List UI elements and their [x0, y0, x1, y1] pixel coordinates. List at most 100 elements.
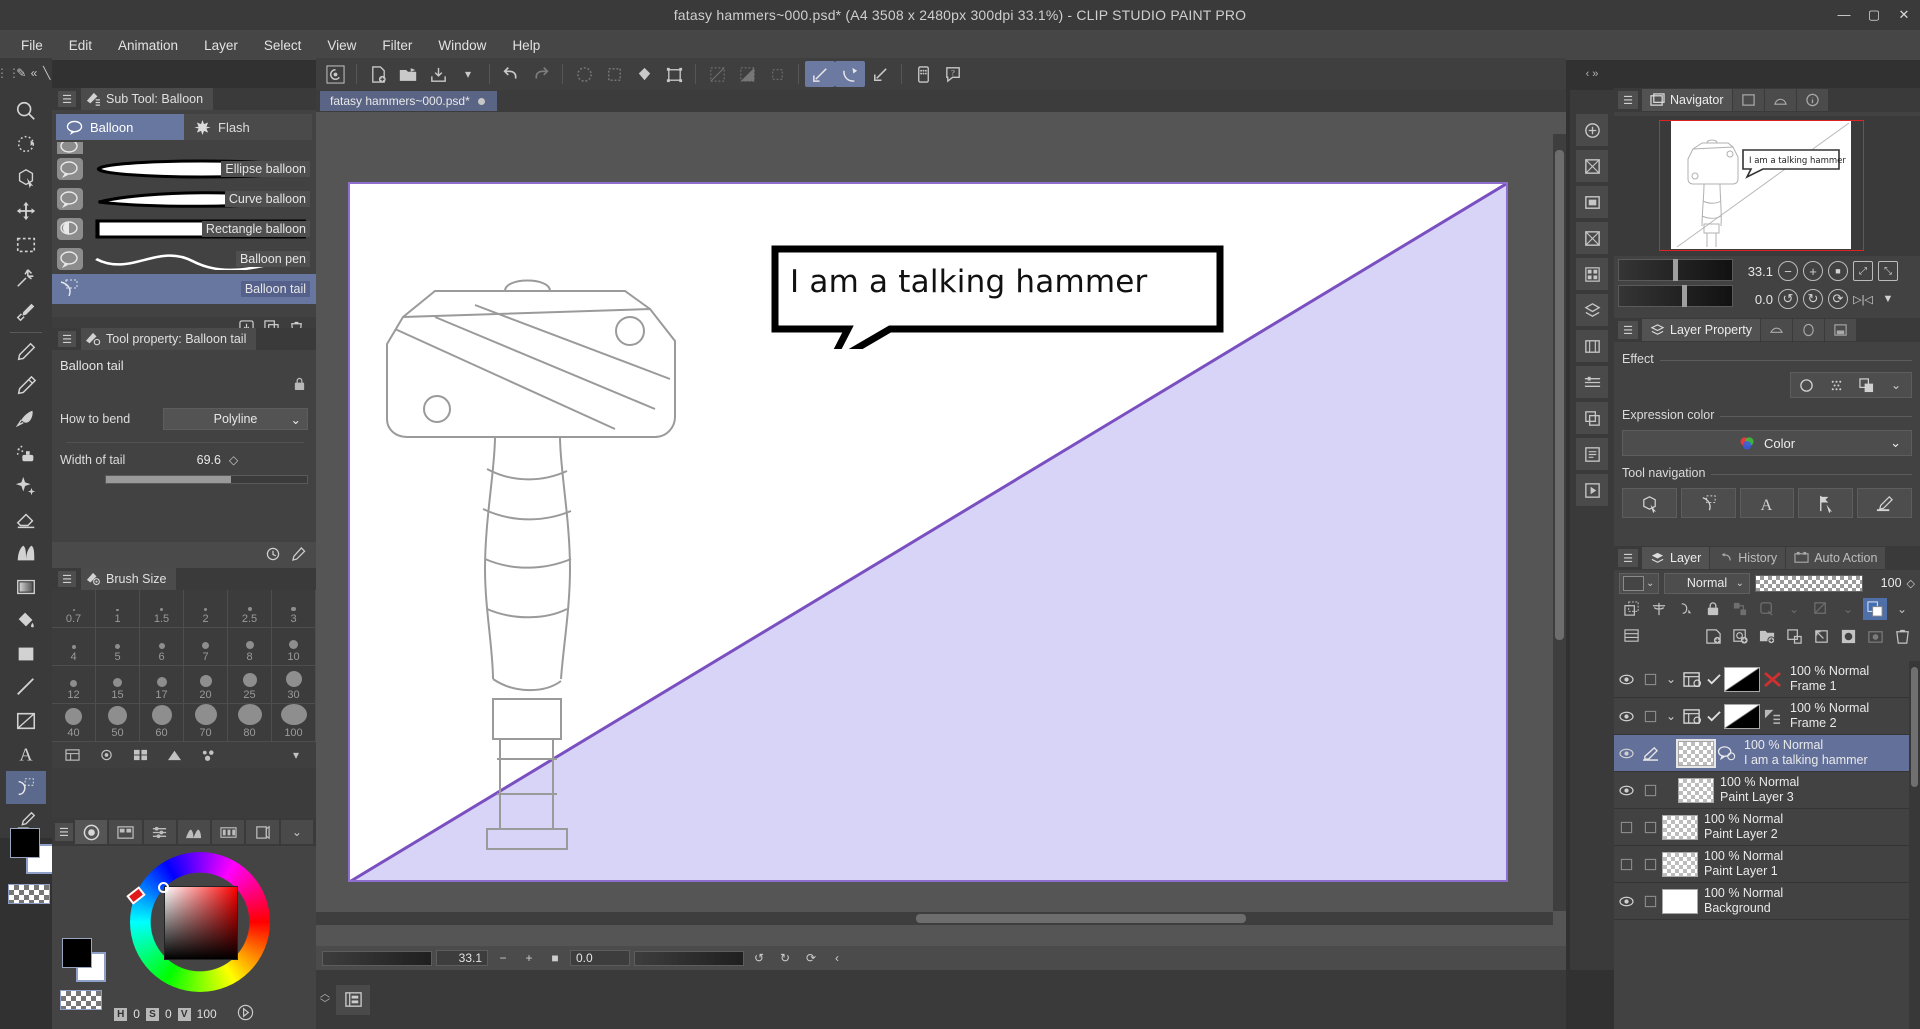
balloon-tail-tool-icon[interactable] [1681, 488, 1736, 518]
collapse-left-icon[interactable]: « [29, 60, 40, 86]
new-raster-layer-icon[interactable] [1701, 625, 1725, 647]
help-button[interactable]: ? [938, 61, 968, 87]
layer-edit-placeholder-icon[interactable] [1638, 858, 1662, 871]
lock-icon[interactable] [293, 377, 306, 394]
tab-material[interactable] [1825, 319, 1856, 341]
brush-size-cell[interactable]: 7 [184, 628, 228, 666]
speech-balloon-text[interactable]: I am a talking hammer [790, 264, 1147, 300]
layer-thumbnail[interactable] [1678, 778, 1714, 803]
auto-action-icon[interactable] [1576, 474, 1608, 506]
tab-information[interactable] [1797, 89, 1828, 111]
navigator-preview[interactable]: I am a talking hammer [1614, 116, 1920, 256]
tool-gradient[interactable] [6, 570, 46, 604]
navigator-rotate-slider[interactable] [1618, 285, 1733, 307]
tool-figure[interactable] [6, 637, 46, 671]
tab-auto-action[interactable]: Auto Action [1786, 547, 1885, 569]
layer-visibility-icon[interactable] [1614, 784, 1638, 797]
subview-icon[interactable] [1576, 150, 1608, 182]
navigator-rotate-left-icon[interactable]: ↺ [1778, 289, 1798, 309]
brush-size-menu-icon[interactable]: ☰ [58, 571, 76, 587]
brush-size-cell[interactable]: 2 [184, 590, 228, 628]
save-dropdown-button[interactable]: ▾ [453, 61, 483, 87]
sub-tool-menu-icon[interactable]: ☰ [58, 91, 76, 107]
color-wheel-menu-icon[interactable]: ☰ [55, 823, 73, 841]
layer-thumbnail[interactable] [1724, 704, 1760, 729]
reset-settings-icon[interactable] [266, 547, 280, 564]
sub-tool-item-balloon-pen[interactable]: Balloon pen [52, 244, 316, 274]
zoom-slider[interactable] [322, 951, 432, 966]
quick-access-icon[interactable] [1576, 114, 1608, 146]
rotate-value[interactable]: 0.0 [570, 950, 630, 966]
layer-row[interactable]: ⌄100 % NormalFrame 1 [1614, 661, 1920, 698]
how-to-bend-select[interactable]: Polyline ⌄ [163, 408, 308, 430]
canvas-horizontal-scrollbar[interactable] [316, 912, 1553, 925]
navigator-menu-icon[interactable]: ☰ [1618, 91, 1638, 109]
new-folder-icon[interactable] [1755, 625, 1779, 647]
tool-blend[interactable] [6, 536, 46, 570]
zoom-in-button[interactable]: + [518, 949, 540, 967]
brush-size-cell[interactable]: 12 [52, 666, 96, 704]
brush-size-cell[interactable]: 15 [96, 666, 140, 704]
tool-brush[interactable] [6, 402, 46, 436]
layer-menu-icon[interactable]: ☰ [1618, 549, 1638, 567]
transparent-color-swatch[interactable] [8, 884, 50, 904]
tool-pen[interactable] [6, 335, 46, 369]
tool-auto-select[interactable] [6, 262, 46, 296]
layer-folder-expand-icon[interactable]: ⌄ [1662, 709, 1680, 723]
opacity-value[interactable]: 100 [1868, 576, 1902, 590]
mobile-preview-button[interactable] [908, 61, 938, 87]
menu-edit[interactable]: Edit [56, 35, 105, 56]
brush-size-grid[interactable]: 0.711.522.534567810121517202530405060708… [52, 590, 316, 742]
layer-thumbnail[interactable] [1662, 852, 1698, 877]
tab-sub-view[interactable] [246, 820, 278, 844]
approximate-color-icon[interactable] [237, 1004, 254, 1024]
snap-to-curve-button[interactable] [835, 61, 865, 87]
brush-size-cell[interactable]: 17 [140, 666, 184, 704]
tool-text[interactable]: A [6, 737, 46, 771]
material-icon[interactable] [1576, 258, 1608, 290]
canvas-vertical-scrollbar[interactable] [1553, 134, 1566, 911]
brush-size-cell[interactable]: 1 [96, 590, 140, 628]
menu-layer[interactable]: Layer [191, 35, 251, 56]
tab-history[interactable]: History [1710, 547, 1785, 569]
deselect-button[interactable] [702, 61, 732, 87]
layer-list-scrollbar[interactable] [1909, 661, 1920, 1029]
fill-button[interactable] [629, 61, 659, 87]
navigator-full-screen-icon[interactable]: ⤡ [1878, 261, 1898, 281]
bottom-strip-arrows[interactable]: ︿﹀ [320, 990, 330, 1010]
layer-visibility-icon[interactable] [1614, 710, 1638, 723]
navigator-zoom-slider[interactable] [1618, 259, 1733, 281]
tool-object[interactable] [6, 161, 46, 195]
sub-tool-list[interactable]: Ellipse balloon Curve balloon Rectangle … [52, 142, 316, 317]
scale-rotate-button[interactable] [659, 61, 689, 87]
expand-selection-button[interactable] [762, 61, 792, 87]
tab-color-wheel[interactable] [75, 820, 107, 844]
tool-airbrush[interactable] [6, 436, 46, 470]
sub-tool-item-balloon-tail[interactable]: Balloon tail [52, 274, 316, 304]
tool-property-menu-icon[interactable]: ☰ [58, 331, 76, 347]
navigator-zoom-out-icon[interactable]: − [1778, 261, 1798, 281]
layer-row[interactable]: 100 % NormalPaint Layer 3 [1614, 772, 1920, 809]
link-layers-icon[interactable] [1728, 598, 1752, 620]
lock-layer-icon[interactable] [1701, 598, 1725, 620]
tab-gradient[interactable] [178, 820, 210, 844]
combine-down-icon[interactable] [1809, 625, 1833, 647]
menu-file[interactable]: File [8, 35, 56, 56]
layer-icon[interactable] [1576, 402, 1608, 434]
sub-tool-tab-flash[interactable]: Flash [184, 114, 312, 140]
draw-color-dropdown-icon[interactable]: ⌄ [1890, 598, 1914, 620]
layer-visibility-icon[interactable] [1614, 747, 1638, 760]
tab-subview[interactable] [1765, 89, 1796, 111]
tab-layer[interactable]: Layer [1642, 547, 1709, 569]
menu-filter[interactable]: Filter [369, 35, 425, 56]
layer-edit-placeholder-icon[interactable] [1638, 784, 1662, 797]
menu-animation[interactable]: Animation [105, 35, 191, 56]
tool-move-layer[interactable] [6, 195, 46, 229]
layer-property-menu-icon[interactable]: ☰ [1618, 321, 1638, 339]
sv-cursor[interactable] [158, 882, 169, 893]
rotate-right-button[interactable]: ↻ [774, 949, 796, 967]
brush-size-cell[interactable]: 0.7 [52, 590, 96, 628]
color-tabs-overflow-button[interactable]: ⌄ [281, 820, 313, 844]
new-file-button[interactable] [363, 61, 393, 87]
border-effect-icon[interactable] [1791, 373, 1821, 397]
